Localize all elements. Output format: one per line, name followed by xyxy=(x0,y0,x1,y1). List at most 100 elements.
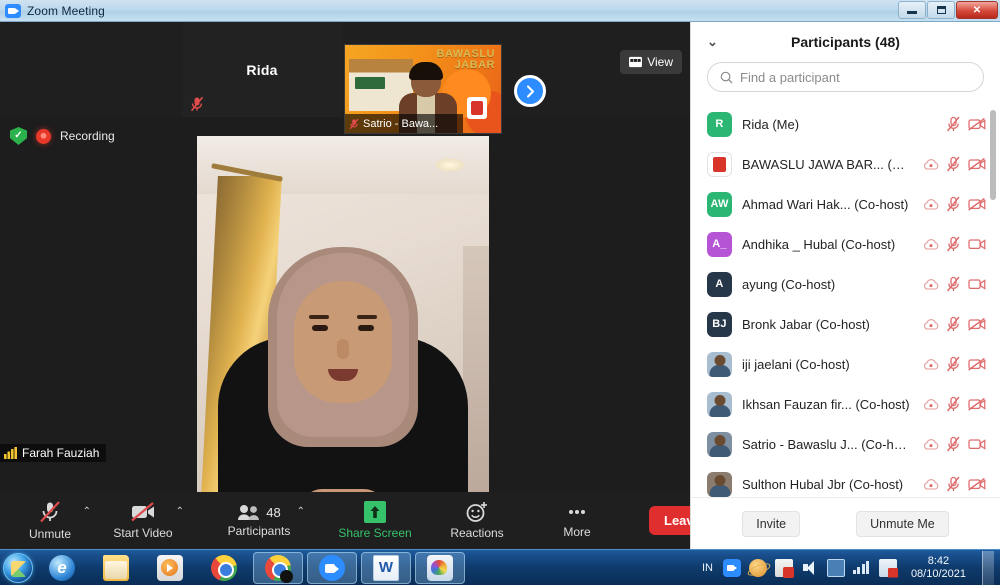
share-screen-button[interactable]: Share Screen xyxy=(338,492,412,549)
microphone-muted-icon[interactable] xyxy=(946,396,961,412)
main-speaker-video[interactable] xyxy=(197,136,489,492)
recording-cloud-icon[interactable] xyxy=(923,238,939,250)
participants-options-caret[interactable]: ⌃ xyxy=(297,506,305,517)
taskbar-zoom[interactable] xyxy=(307,551,357,584)
next-page-button[interactable] xyxy=(514,75,546,107)
minimize-button[interactable] xyxy=(898,1,926,19)
recording-cloud-icon[interactable] xyxy=(923,198,939,210)
video-off-icon[interactable] xyxy=(968,157,986,171)
participant-row[interactable]: Sulthon Hubal Jbr (Co-host) xyxy=(691,464,1000,497)
microphone-muted-icon[interactable] xyxy=(946,476,961,492)
video-off-icon[interactable] xyxy=(968,357,986,371)
close-button[interactable]: ✕ xyxy=(956,1,998,19)
video-off-icon[interactable] xyxy=(968,397,986,411)
video-on-icon[interactable] xyxy=(968,277,986,291)
video-off-icon xyxy=(131,502,154,522)
flag-icon[interactable] xyxy=(878,558,897,577)
more-button[interactable]: More xyxy=(549,492,605,549)
start-video-button[interactable]: Start Video ⌃ xyxy=(113,492,184,549)
invite-button[interactable]: Invite xyxy=(742,510,801,537)
microphone-muted-icon[interactable] xyxy=(946,156,961,172)
microphone-muted-icon[interactable] xyxy=(946,356,961,372)
microphone-muted-icon[interactable] xyxy=(946,316,961,332)
show-desktop-button[interactable] xyxy=(982,550,994,585)
taskbar-file-explorer[interactable] xyxy=(91,552,141,584)
monitor-icon[interactable] xyxy=(826,558,845,577)
taskbar-chrome-window[interactable] xyxy=(253,551,303,584)
participant-name: Andhika _ Hubal (Co-host) xyxy=(742,236,896,252)
more-dots-icon xyxy=(569,510,585,514)
video-off-icon[interactable] xyxy=(968,317,986,331)
taskbar-media-player[interactable] xyxy=(145,552,195,584)
clock-date: 08/10/2021 xyxy=(910,567,966,580)
participant-name: Ahmad Wari Hak... (Co-host) xyxy=(742,196,909,212)
volume-icon[interactable] xyxy=(801,559,819,577)
microphone-muted-icon[interactable] xyxy=(946,276,961,292)
microphone-muted-icon xyxy=(190,96,204,117)
taskbar-word[interactable] xyxy=(361,551,411,584)
maximize-button[interactable] xyxy=(927,1,955,19)
recording-cloud-icon[interactable] xyxy=(923,318,939,330)
window-title: Zoom Meeting xyxy=(27,3,105,18)
microphone-muted-icon[interactable] xyxy=(946,116,961,132)
video-off-icon[interactable] xyxy=(968,117,986,131)
microphone-muted-icon[interactable] xyxy=(946,436,961,452)
participant-row[interactable]: Ikhsan Fauzan fir... (Co-host) xyxy=(691,384,1000,424)
participant-row[interactable]: Satrio - Bawaslu J... (Co-host) xyxy=(691,424,1000,464)
participant-status-icons xyxy=(923,276,986,292)
recording-cloud-icon[interactable] xyxy=(923,278,939,290)
input-language[interactable]: IN xyxy=(702,562,713,574)
chevron-down-icon[interactable]: ⌄ xyxy=(707,34,718,50)
paint-icon xyxy=(427,554,453,581)
recording-indicator-icon[interactable] xyxy=(36,128,51,144)
participant-row[interactable]: R Rida (Me) xyxy=(691,104,1000,144)
participants-list[interactable]: R Rida (Me) BAWASLU JAWA BAR... (Host) AW Ah… xyxy=(691,104,1000,497)
start-button[interactable] xyxy=(3,552,33,583)
green-shield-icon[interactable]: ✓ xyxy=(10,127,27,145)
orbit-icon[interactable] xyxy=(748,558,767,577)
avatar: AW xyxy=(707,191,732,217)
participants-label: Participants xyxy=(227,523,291,538)
participant-status-icons xyxy=(923,156,986,172)
participants-button[interactable]: 48 Participants ⌃ xyxy=(228,492,305,549)
recording-cloud-icon[interactable] xyxy=(923,438,939,450)
participants-scrollbar[interactable] xyxy=(990,110,996,200)
thumbnail-rida[interactable]: Rida xyxy=(182,22,342,117)
participants-panel: ⌄ Participants (48) Find a participant R… xyxy=(690,22,1000,549)
taskbar-chrome[interactable] xyxy=(199,552,249,584)
video-on-icon[interactable] xyxy=(968,437,986,451)
thumbnail-satrio[interactable]: BAWASLU JABAR Satrio - Bawa... xyxy=(344,44,502,134)
security-icon[interactable] xyxy=(774,558,794,578)
view-button[interactable]: View xyxy=(620,50,682,74)
participant-row[interactable]: BAWASLU JAWA BAR... (Host) xyxy=(691,144,1000,184)
participant-row[interactable]: AW Ahmad Wari Hak... (Co-host) xyxy=(691,184,1000,224)
google-chrome-icon xyxy=(265,554,293,583)
taskbar-clock[interactable]: 8:42 08/10/2021 xyxy=(905,555,972,581)
window-title-bar: Zoom Meeting ✕ xyxy=(0,0,1000,22)
search-participant-box[interactable]: Find a participant xyxy=(707,62,984,92)
network-icon[interactable] xyxy=(852,560,871,574)
video-on-icon[interactable] xyxy=(968,237,986,251)
participant-row[interactable]: Aayung (Co-host) xyxy=(691,264,1000,304)
reactions-button[interactable]: Reactions xyxy=(449,492,505,549)
recording-cloud-icon[interactable] xyxy=(923,358,939,370)
microphone-muted-icon[interactable] xyxy=(946,236,961,252)
video-off-icon[interactable] xyxy=(968,197,986,211)
video-options-caret[interactable]: ⌃ xyxy=(176,506,184,517)
unmute-button[interactable]: Unmute ⌃ xyxy=(22,492,91,549)
video-off-icon[interactable] xyxy=(968,477,986,491)
microphone-muted-icon[interactable] xyxy=(946,196,961,212)
participant-row[interactable]: iji jaelani (Co-host) xyxy=(691,344,1000,384)
taskbar-paint[interactable] xyxy=(415,551,465,584)
taskbar-internet-explorer[interactable] xyxy=(37,552,87,584)
recording-cloud-icon[interactable] xyxy=(923,398,939,410)
zoom-tray-icon[interactable] xyxy=(722,558,741,577)
participant-row[interactable]: A_ Andhika _ Hubal (Co-host) xyxy=(691,224,1000,264)
search-icon xyxy=(720,71,733,83)
unmute-me-button[interactable]: Unmute Me xyxy=(856,510,949,537)
recording-cloud-icon[interactable] xyxy=(923,158,939,170)
participant-row[interactable]: BJ Bronk Jabar (Co-host) xyxy=(691,304,1000,344)
windows-taskbar: IN 8:42 08/10/2021 xyxy=(0,549,1000,585)
recording-cloud-icon[interactable] xyxy=(923,478,939,490)
audio-options-caret[interactable]: ⌃ xyxy=(83,506,91,517)
